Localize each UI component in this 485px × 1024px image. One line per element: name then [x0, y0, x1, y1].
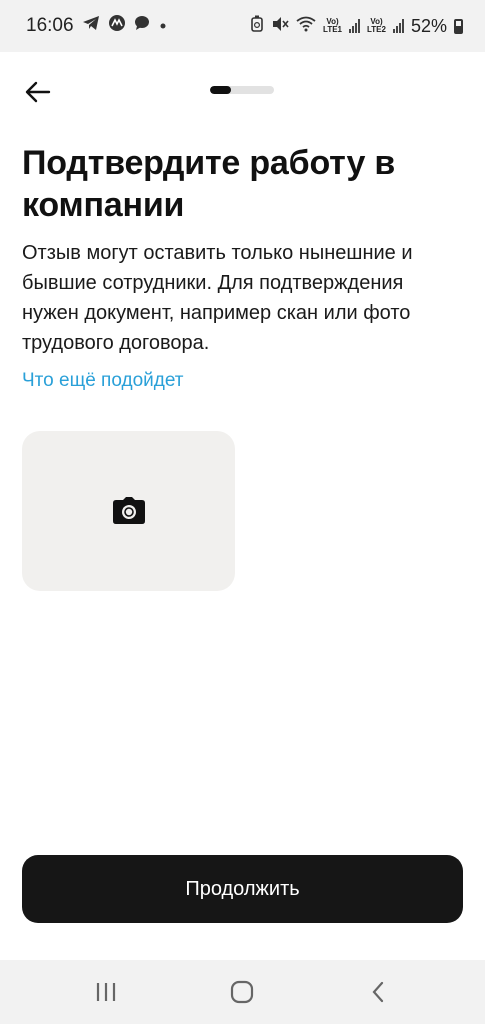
sim2-bottom: LTE2 — [367, 25, 386, 34]
battery-percent: 52% — [410, 15, 447, 36]
recycle-icon — [250, 15, 264, 37]
upload-photo-button[interactable] — [22, 431, 235, 591]
camera-icon — [112, 497, 145, 524]
back-icon — [372, 981, 384, 1003]
header — [0, 52, 485, 128]
status-left: 16:06 — [26, 14, 168, 38]
recents-icon — [96, 983, 116, 1001]
navigation-bar — [0, 960, 485, 1024]
home-button[interactable] — [222, 974, 262, 1010]
mute-icon — [271, 16, 289, 37]
page-description: Отзыв могут оставить только нынешние и б… — [22, 242, 413, 354]
app-icon — [108, 14, 126, 38]
recents-button[interactable] — [86, 974, 126, 1010]
telegram-icon — [82, 15, 100, 37]
chat-icon — [134, 15, 150, 37]
sim2-indicator: Vo) LTE2 — [367, 18, 386, 34]
status-bar: 16:06 Vo) LTE1 Vo) LTE2 52% — [0, 0, 485, 52]
wifi-icon — [296, 16, 316, 37]
battery-icon — [454, 18, 463, 34]
status-time: 16:06 — [26, 15, 74, 36]
dot-icon — [158, 15, 168, 37]
system-back-button[interactable] — [358, 974, 398, 1010]
progress-fill — [210, 86, 232, 94]
continue-button[interactable]: Продолжить — [22, 855, 463, 923]
page-title: Подтвердите работу в компании — [22, 144, 396, 224]
back-button[interactable] — [18, 72, 58, 112]
what-else-link[interactable]: Что ещё подойдет — [22, 368, 183, 394]
progress-indicator — [210, 86, 274, 94]
signal-icon — [392, 19, 404, 33]
sim1-indicator: Vo) LTE1 — [323, 18, 342, 34]
status-right: Vo) LTE1 Vo) LTE2 52% — [250, 15, 463, 37]
home-icon — [230, 980, 254, 1004]
sim1-bottom: LTE1 — [323, 25, 342, 34]
signal-icon — [349, 19, 360, 33]
arrow-left-icon — [25, 81, 51, 103]
